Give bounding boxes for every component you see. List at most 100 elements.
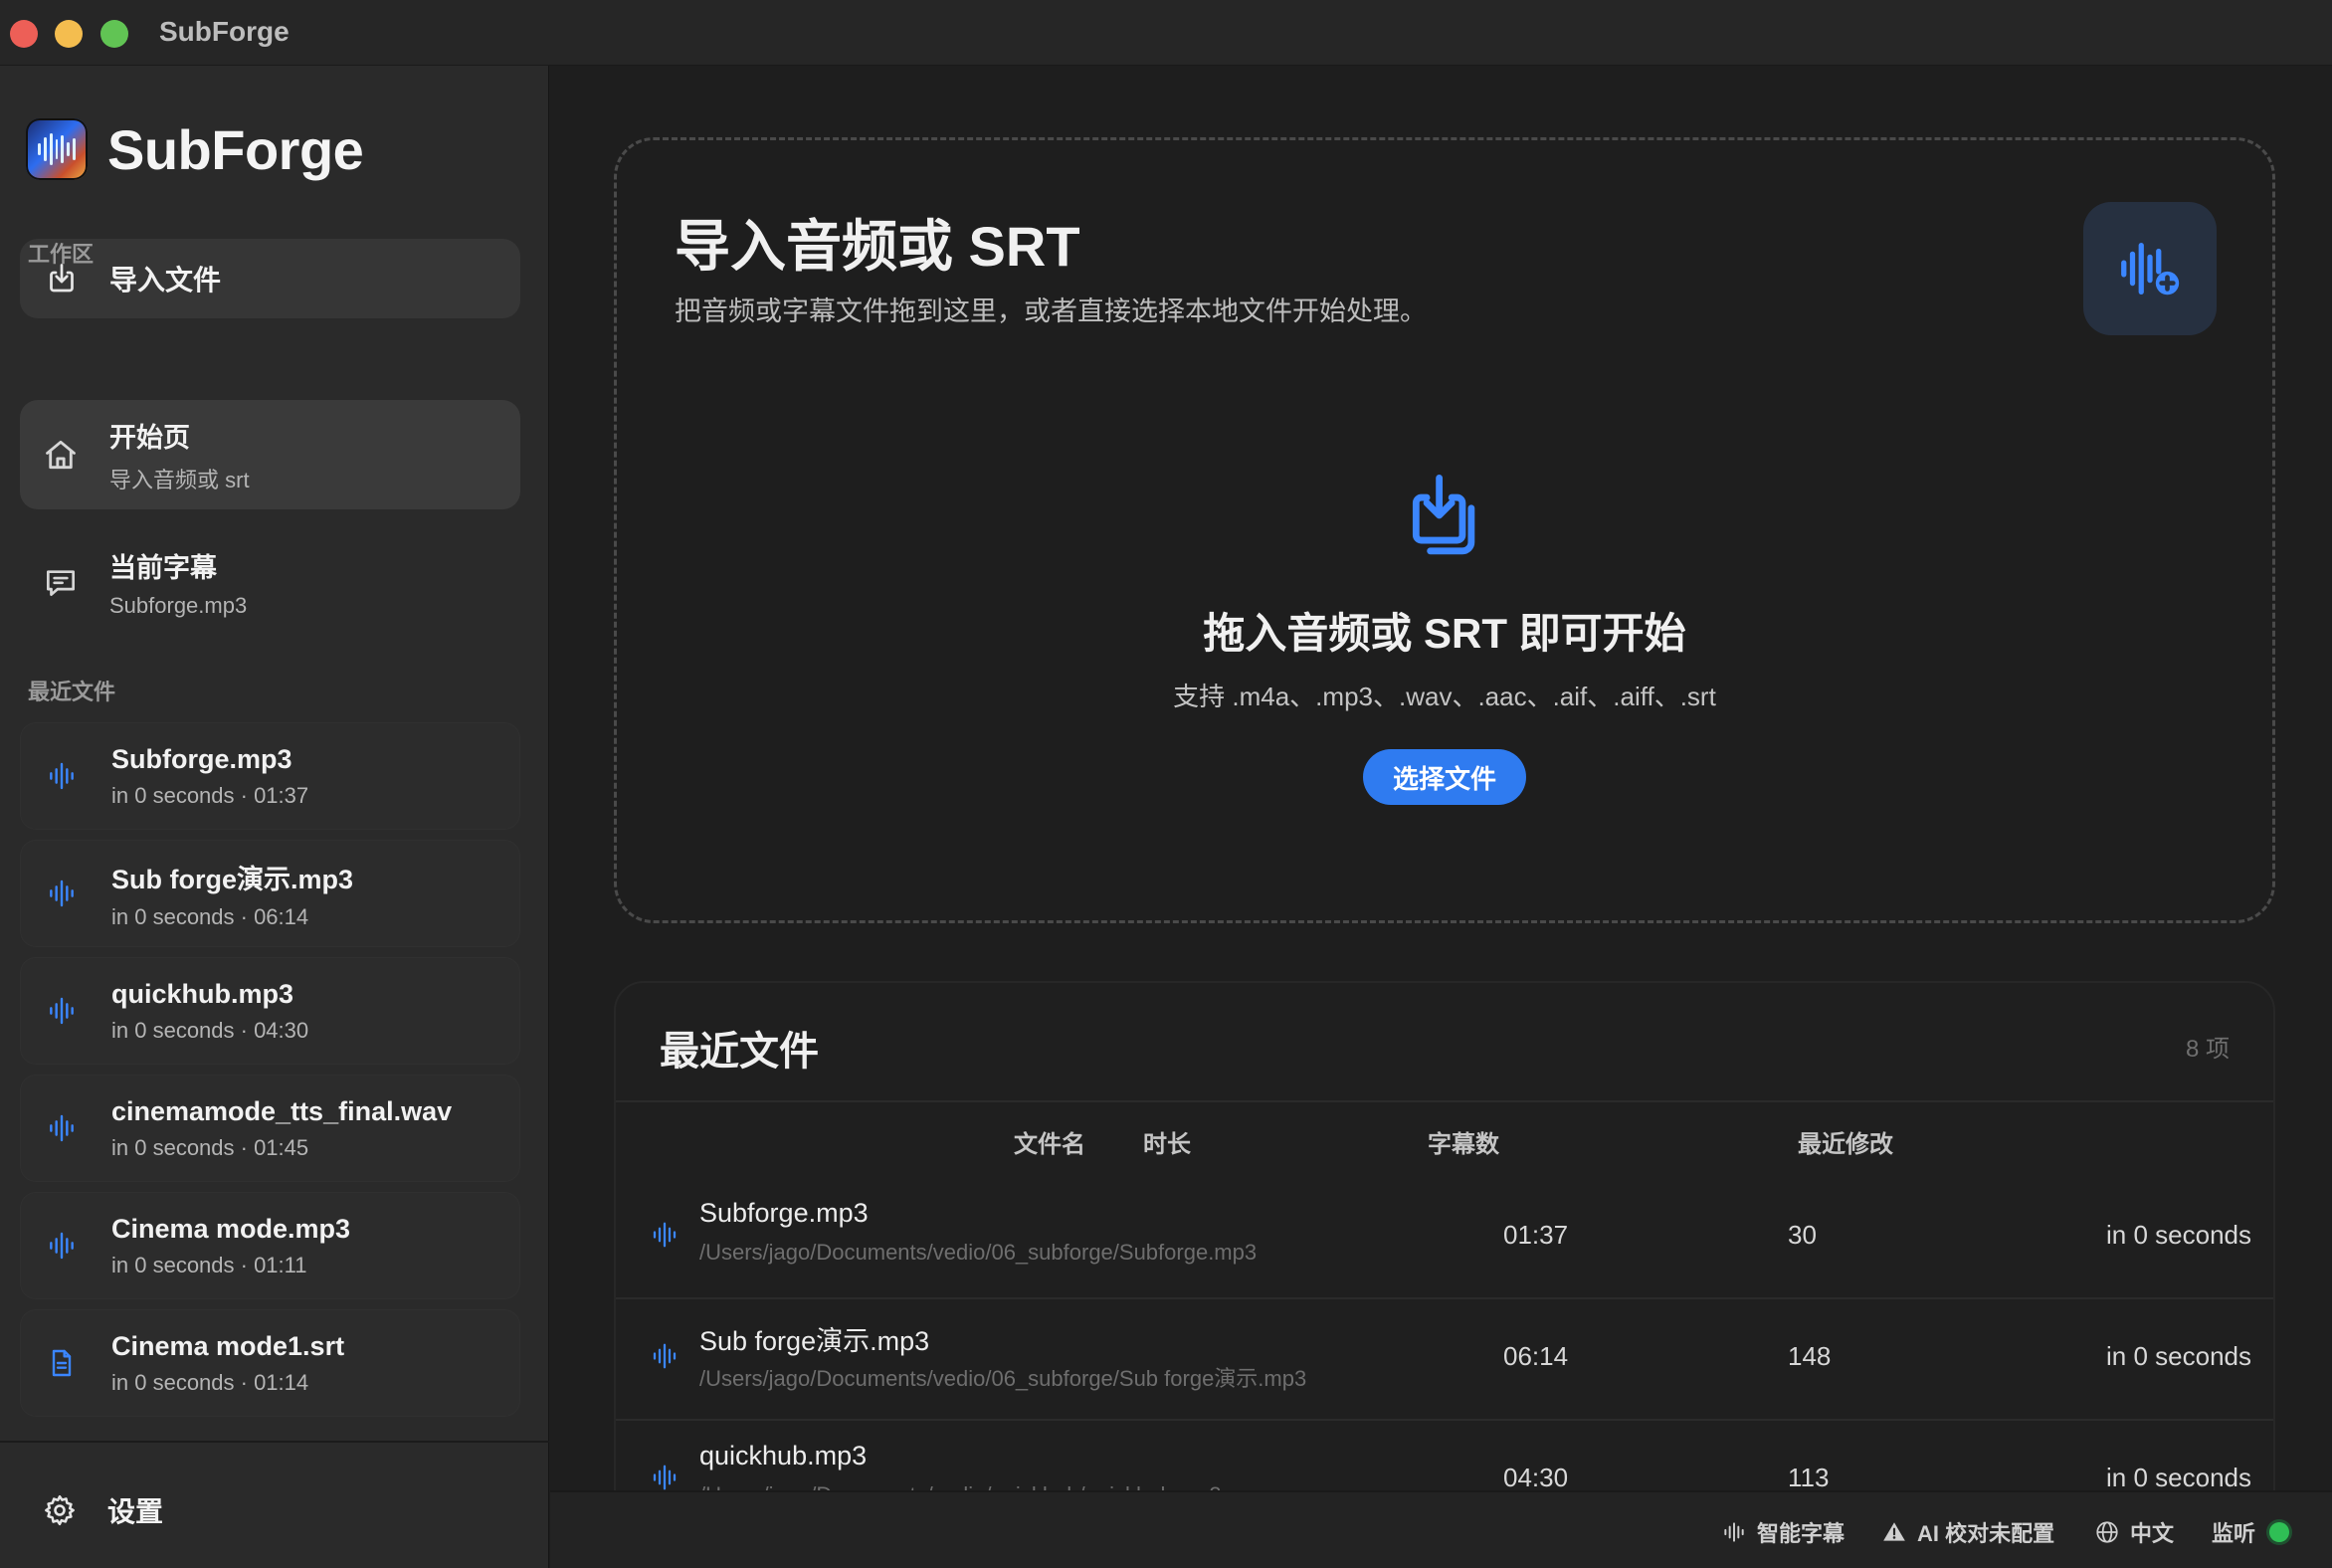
recent-item-name: Cinema mode.mp3 <box>111 1213 351 1244</box>
title-bar: SubForge <box>0 0 2332 66</box>
nav-subtitle: 导入音频或 srt <box>109 467 250 492</box>
window-title: SubForge <box>159 16 290 47</box>
sidebar-recent-item[interactable]: cinemamode_tts_final.wavin 0 seconds · 0… <box>20 1075 520 1182</box>
nav-subtitle: Subforge.mp3 <box>109 592 248 618</box>
sidebar-item-start-page[interactable]: 开始页 导入音频或 srt <box>20 400 520 509</box>
row-file-name: quickhub.mp3 <box>699 1441 868 1470</box>
row-modified: in 0 seconds <box>2106 1463 2251 1492</box>
language-selector[interactable]: 中文 <box>2094 1516 2174 1548</box>
status-bar: 智能字幕 AI 校对未配置 中文 监听 <box>550 1490 2332 1568</box>
window-close-button[interactable] <box>10 20 38 48</box>
recent-item-meta: in 0 seconds · 06:14 <box>111 903 309 929</box>
table-header: 文件名 时长 字幕数 最近修改 <box>616 1100 2273 1178</box>
column-header-name[interactable]: 文件名 <box>1014 1124 1085 1159</box>
add-audio-badge <box>2083 202 2217 335</box>
globe-icon <box>2096 1521 2118 1543</box>
waveform-icon <box>50 762 74 790</box>
row-duration: 01:37 <box>1503 1220 1569 1250</box>
waveform-icon <box>50 997 74 1025</box>
recent-item-meta: in 0 seconds · 01:45 <box>111 1134 309 1160</box>
smart-subtitles-label: 智能字幕 <box>1757 1521 1846 1546</box>
row-file-path: /Users/jago/Documents/vedio/06_subforge/… <box>699 1366 1307 1391</box>
table-row[interactable]: Subforge.mp3/Users/jago/Documents/vedio/… <box>616 1178 2273 1299</box>
row-file-name: Subforge.mp3 <box>699 1198 869 1228</box>
choose-file-button[interactable]: 选择文件 <box>1362 749 1526 805</box>
main-content: 导入音频或 SRT 把音频或字幕文件拖到这里，或者直接选择本地文件开始处理。 拖… <box>550 66 2332 1498</box>
brand-name: SubForge <box>107 117 364 181</box>
waveform-icon <box>653 1343 677 1369</box>
column-header-modified[interactable]: 最近修改 <box>1798 1124 1893 1159</box>
recent-section-label: 最近文件 <box>28 680 116 704</box>
row-modified: in 0 seconds <box>2106 1341 2251 1371</box>
ai-proofread-status[interactable]: AI 校对未配置 <box>1881 1516 2054 1548</box>
chat-bubble-icon <box>46 570 76 597</box>
smart-subtitles-status[interactable]: 智能字幕 <box>1721 1516 1845 1548</box>
recent-item-name: Cinema mode1.srt <box>111 1330 345 1361</box>
recent-item-meta: in 0 seconds · 01:11 <box>111 1252 307 1277</box>
sidebar-recent-item[interactable]: Sub forge演示.mp3 in 0 seconds · 06:14 <box>20 840 520 947</box>
row-duration: 06:14 <box>1503 1341 1569 1371</box>
recent-item-meta: in 0 seconds · 04:30 <box>111 1017 309 1043</box>
recent-item-meta: in 0 seconds · 01:14 <box>111 1369 309 1395</box>
drop-zone[interactable]: 导入音频或 SRT 把音频或字幕文件拖到这里，或者直接选择本地文件开始处理。 拖… <box>614 137 2275 923</box>
row-file-path: /Users/jago/Documents/vedio/06_subforge/… <box>699 1240 1258 1265</box>
window-minimize-button[interactable] <box>55 20 83 48</box>
supported-formats: 支持 .m4a、.mp3、.wav、.aac、.aif、.aiff、.srt <box>1173 682 1716 711</box>
sidebar-recent-item[interactable]: Subforge.mp3 in 0 seconds · 01:37 <box>20 722 520 830</box>
row-cue-count: 113 <box>1788 1463 1830 1492</box>
dropzone-title: 导入音频或 SRT <box>675 215 1080 278</box>
waveform-icon <box>50 880 74 907</box>
monitor-status-dot <box>2269 1522 2290 1542</box>
row-cue-count: 148 <box>1788 1341 1832 1371</box>
recent-files-count: 8 项 <box>2185 1036 2230 1063</box>
recent-item-name: cinemamode_tts_final.wav <box>111 1095 453 1126</box>
recent-files-panel: 最近文件 8 项 文件名 时长 字幕数 最近修改 Subforge.mp3/Us… <box>614 981 2275 1498</box>
recent-item-meta: in 0 seconds · 01:37 <box>111 782 309 808</box>
table-row[interactable]: quickhub.mp3/Users/jago/Documents/vedio/… <box>616 1421 2273 1496</box>
document-icon <box>52 1349 72 1377</box>
settings-button[interactable]: 设置 <box>42 1490 163 1530</box>
language-label: 中文 <box>2130 1521 2175 1546</box>
window-zoom-button[interactable] <box>100 20 128 48</box>
recent-files-title: 最近文件 <box>660 1030 819 1074</box>
sidebar-recent-item[interactable]: Cinema mode.mp3 in 0 seconds · 01:11 <box>20 1192 520 1299</box>
gear-icon <box>45 1494 75 1526</box>
row-file-name: Sub forge演示.mp3 <box>699 1326 930 1356</box>
nav-title: 开始页 <box>109 422 190 453</box>
tray-download-icon <box>1412 474 1475 555</box>
ai-proofread-label: AI 校对未配置 <box>1917 1521 2055 1546</box>
settings-label: 设置 <box>107 1496 164 1527</box>
dropzone-heading: 拖入音频或 SRT 即可开始 <box>1203 610 1686 657</box>
waveform-icon <box>50 1232 74 1260</box>
sidebar: SubForge 导入文件 工作区 开始页 导入音频或 srt 当前字幕 Sub… <box>0 66 549 1568</box>
home-icon <box>46 440 76 470</box>
sidebar-recent-item[interactable]: quickhub.mp3 in 0 seconds · 04:30 <box>20 957 520 1065</box>
waveform-icon <box>653 1465 677 1490</box>
row-duration: 04:30 <box>1503 1463 1569 1492</box>
table-row[interactable]: Sub forge演示.mp3/Users/jago/Documents/ved… <box>616 1299 2273 1421</box>
recent-item-name: quickhub.mp3 <box>111 978 294 1009</box>
column-header-duration[interactable]: 时长 <box>1143 1124 1191 1159</box>
waveform-icon <box>1724 1522 1744 1542</box>
row-cue-count: 30 <box>1788 1220 1817 1250</box>
sidebar-divider <box>0 1441 549 1443</box>
workspace-section-label: 工作区 <box>28 242 95 267</box>
import-file-label: 导入文件 <box>109 265 222 295</box>
warning-icon <box>1883 1522 1905 1541</box>
monitor-label: 监听 <box>2212 1521 2256 1546</box>
monitor-toggle[interactable]: 监听 <box>2212 1516 2290 1548</box>
recent-item-name: Sub forge演示.mp3 <box>111 864 354 894</box>
recent-item-name: Subforge.mp3 <box>111 743 292 774</box>
dropzone-subtitle: 把音频或字幕文件拖到这里，或者直接选择本地文件开始处理。 <box>675 296 1427 326</box>
app-logo-icon <box>26 118 88 180</box>
nav-title: 当前字幕 <box>109 552 217 583</box>
waveform-add-icon <box>2121 243 2180 295</box>
waveform-icon <box>50 1114 74 1142</box>
sidebar-item-current-subtitles[interactable]: 当前字幕 Subforge.mp3 <box>20 527 520 637</box>
waveform-icon <box>653 1222 677 1248</box>
sidebar-recent-item[interactable]: Cinema mode1.srt in 0 seconds · 01:14 <box>20 1309 520 1417</box>
import-file-button[interactable]: 导入文件 <box>20 239 520 318</box>
row-modified: in 0 seconds <box>2106 1220 2251 1250</box>
brand: SubForge <box>26 115 364 183</box>
column-header-cues[interactable]: 字幕数 <box>1428 1124 1499 1159</box>
